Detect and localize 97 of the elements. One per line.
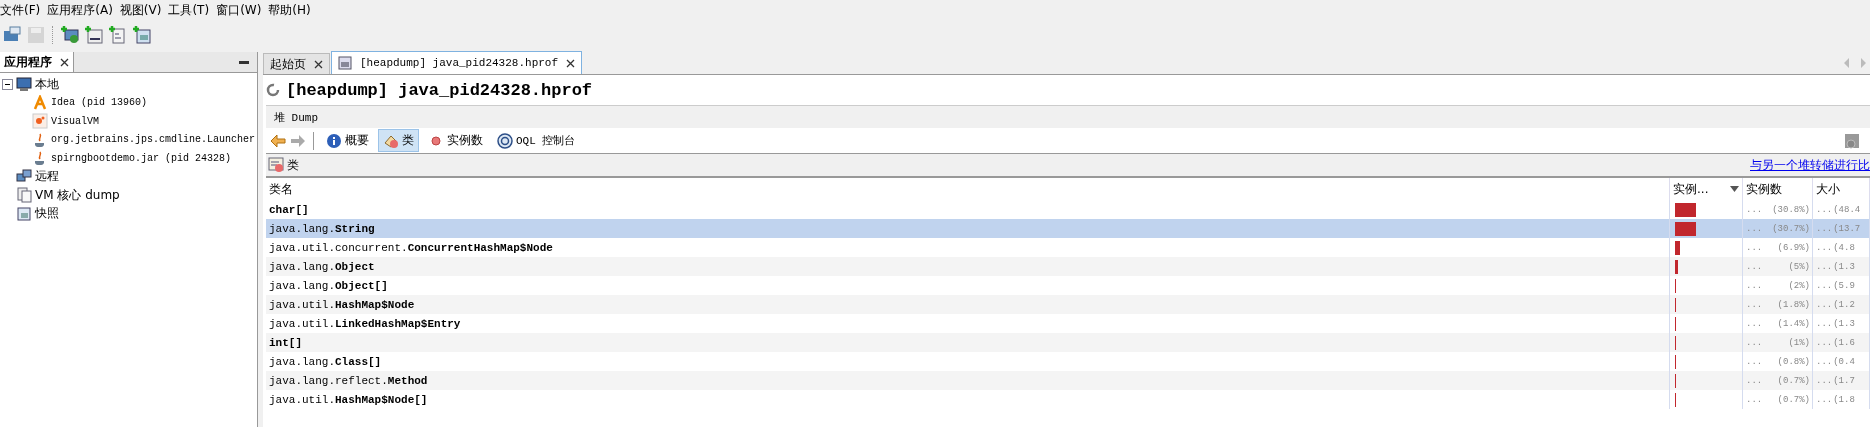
close-icon[interactable] <box>314 59 323 69</box>
menu-item[interactable]: 应用程序(A) <box>47 2 118 19</box>
size-percent: (5.9 <box>1833 280 1855 291</box>
instance-percent: (2%) <box>1788 280 1810 291</box>
editor-tab[interactable]: 起始页 <box>263 53 330 74</box>
add-icon[interactable] <box>84 25 104 45</box>
instance-count: ... <box>1746 242 1763 253</box>
app-icon <box>32 113 48 130</box>
size-percent: (13.7 <box>1833 223 1861 234</box>
spinner-icon <box>266 83 280 97</box>
tree-item[interactable]: 本地 <box>35 75 59 93</box>
size-value: ... <box>1816 299 1833 310</box>
size-value: ... <box>1816 223 1833 234</box>
menu-item[interactable]: 帮助(H) <box>268 2 316 19</box>
column-header[interactable]: 实例... <box>1670 178 1743 200</box>
editor-tab[interactable]: [heapdump] java_pid24328.hprof <box>331 51 583 74</box>
size-percent: (48.4 <box>1833 204 1861 215</box>
close-icon[interactable] <box>566 58 576 68</box>
section-title: 类 <box>287 156 299 174</box>
instance-percent: (30.7%) <box>1772 223 1810 234</box>
tree-item[interactable]: VM 核心 dump <box>35 186 120 204</box>
class-name: java.util.HashMap$Node <box>266 295 1670 314</box>
tree-item[interactable]: 快照 <box>35 205 59 223</box>
tree-item[interactable]: Idea (pid 13960) <box>51 97 147 109</box>
info-icon <box>326 132 342 149</box>
dump-title: [heapdump] java_pid24328.hprof <box>286 80 593 100</box>
view-tab[interactable]: 实例数 <box>423 129 488 152</box>
size-value: ... <box>1816 204 1833 215</box>
menu-item[interactable]: 视图(V) <box>119 2 167 19</box>
instance-percent: (0.7%) <box>1777 394 1810 405</box>
ring-icon <box>497 132 513 149</box>
instance-percent: (6.9%) <box>1777 242 1810 253</box>
compare-link[interactable]: 与另一个堆转储进行比 <box>1750 156 1870 174</box>
size-percent: (1.7 <box>1833 375 1855 386</box>
column-header[interactable]: 类名 <box>266 178 1670 200</box>
tree-item[interactable]: spirngbootdemo.jar (pid 24328) <box>51 152 232 164</box>
menu-item[interactable]: 文件(F) <box>0 2 46 19</box>
size-value: ... <box>1816 375 1833 386</box>
sort-icon <box>1730 186 1739 192</box>
class-name: java.lang.String <box>266 219 1670 238</box>
collapse-icon[interactable] <box>2 78 13 90</box>
instance-count: ... <box>1746 280 1763 291</box>
class-name: java.util.HashMap$Node[] <box>266 390 1670 409</box>
add-icon[interactable] <box>60 25 80 45</box>
instance-percent: (0.8%) <box>1777 356 1810 367</box>
instance-percent: (0.7%) <box>1777 375 1810 386</box>
tree-item[interactable]: org.jetbrains.jps.cmdline.Launcher <box>51 134 256 146</box>
instance-percent: (1%) <box>1788 337 1810 348</box>
panel-tab[interactable]: 应用程序 <box>0 52 74 72</box>
instance-count: ... <box>1746 204 1763 215</box>
size-percent: (4.8 <box>1833 242 1855 253</box>
instance-count: ... <box>1746 394 1763 405</box>
instance-count: ... <box>1746 356 1763 367</box>
close-icon[interactable] <box>60 57 69 67</box>
size-value: ... <box>1816 394 1833 405</box>
size-percent: (1.3 <box>1833 261 1855 272</box>
instance-count: ... <box>1746 337 1763 348</box>
minimize-icon[interactable] <box>239 60 249 64</box>
instance-count: ... <box>1746 318 1763 329</box>
size-value: ... <box>1816 261 1833 272</box>
back-icon[interactable] <box>270 133 286 148</box>
instance-percent: (30.8%) <box>1772 204 1810 215</box>
tree-item[interactable]: 远程 <box>35 168 59 186</box>
view-title: 堆 Dump <box>274 110 318 125</box>
size-value: ... <box>1816 356 1833 367</box>
instance-count: ... <box>1746 261 1763 272</box>
computer-icon <box>16 76 32 93</box>
size-value: ... <box>1816 242 1833 253</box>
menu-item[interactable]: 工具(T) <box>168 2 215 19</box>
shapes-icon[interactable] <box>1844 132 1860 149</box>
size-percent: (1.8 <box>1833 394 1855 405</box>
size-value: ... <box>1816 337 1833 348</box>
view-tab[interactable]: 类 <box>378 129 419 152</box>
instance-count: ... <box>1746 375 1763 386</box>
class-name: int[] <box>266 333 1670 352</box>
size-value: ... <box>1816 318 1833 329</box>
size-percent: (1.3 <box>1833 318 1855 329</box>
tree-item[interactable]: VisualVM <box>51 115 99 127</box>
size-percent: (1.6 <box>1833 337 1855 348</box>
size-value: ... <box>1816 280 1833 291</box>
view-tab[interactable]: OQL 控制台 <box>492 129 581 152</box>
instance-count: ... <box>1746 299 1763 310</box>
instance-percent: (1.4%) <box>1777 318 1810 329</box>
app-icon <box>32 94 48 111</box>
instance-count: ... <box>1746 223 1763 234</box>
column-header[interactable]: 大小 <box>1813 178 1870 200</box>
classes-icon <box>268 157 284 173</box>
forward-icon[interactable] <box>290 133 306 148</box>
menu-item[interactable]: 窗口(W) <box>216 2 267 19</box>
size-percent: (1.2 <box>1833 299 1855 310</box>
class-name: java.lang.reflect.Method <box>266 371 1670 390</box>
class-name: java.lang.Object <box>266 257 1670 276</box>
instance-percent: (1.8%) <box>1777 299 1810 310</box>
column-header[interactable]: 实例数 <box>1743 178 1813 200</box>
size-percent: (0.4 <box>1833 356 1855 367</box>
instance-percent: (5%) <box>1788 261 1810 272</box>
view-tab[interactable]: 概要 <box>321 129 374 152</box>
